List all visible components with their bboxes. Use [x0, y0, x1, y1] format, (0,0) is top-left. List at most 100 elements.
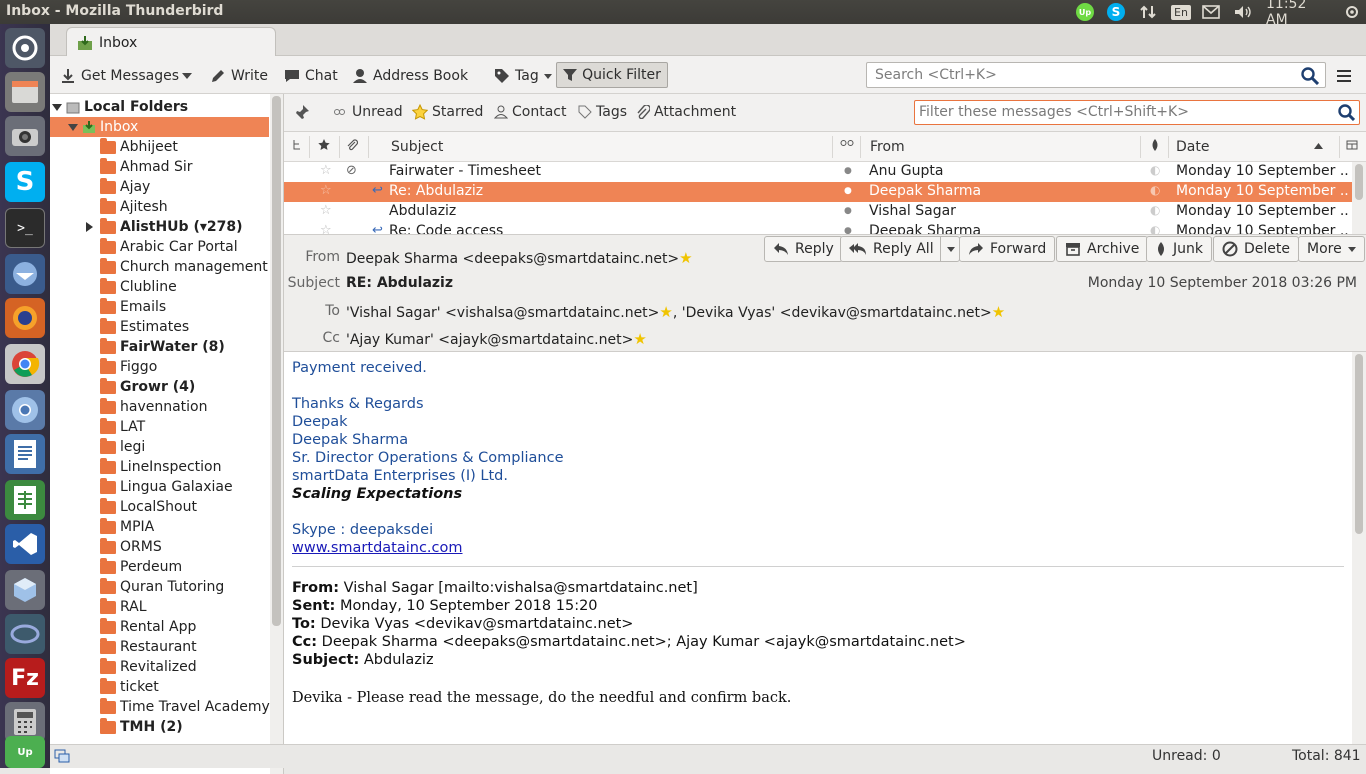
folder-inbox[interactable]: Inbox — [50, 117, 269, 137]
power-gear-icon[interactable] — [1342, 3, 1362, 21]
folder-scrollbar-thumb[interactable] — [272, 96, 281, 626]
skype-launcher-icon[interactable]: S — [5, 162, 45, 202]
chat-button[interactable]: Chat — [284, 64, 338, 88]
keyboard-layout-label: En — [1171, 4, 1191, 20]
connection-status-icon[interactable] — [54, 749, 70, 763]
junk-status-icon[interactable]: ◐ — [1150, 163, 1160, 177]
body-scrollbar[interactable] — [1352, 352, 1366, 744]
thunderbird-icon[interactable] — [5, 254, 45, 294]
archive-button[interactable]: Archive — [1056, 236, 1149, 262]
more-button[interactable]: More — [1298, 236, 1365, 262]
junk-button[interactable]: Junk — [1146, 236, 1212, 262]
read-status-dot-icon[interactable]: ● — [844, 206, 852, 216]
thread-row[interactable]: ☆ ⊘ Fairwater - Timesheet ● Anu Gupta ◐ Monday… — [284, 162, 1352, 182]
thread-column-toggle-icon[interactable] — [292, 139, 302, 151]
signature-website-link[interactable]: www.smartdatainc.com — [292, 540, 463, 556]
upwork-launcher-icon[interactable]: Up — [5, 736, 45, 768]
quoted-subject: Subject: Abdulaziz — [292, 652, 434, 668]
keyboard-layout-indicator[interactable]: En — [1170, 3, 1192, 21]
thread-scrollbar[interactable] — [1352, 162, 1366, 234]
volume-icon[interactable] — [1232, 3, 1254, 21]
reply-button[interactable]: Reply — [764, 236, 843, 262]
star-icon[interactable]: ★ — [659, 303, 672, 321]
global-search-input[interactable]: Search <Ctrl+K> — [866, 62, 1326, 88]
expand-arrow-icon[interactable] — [86, 222, 93, 232]
filter-messages-input[interactable]: Filter these messages <Ctrl+Shift+K> — [914, 100, 1360, 125]
app-menu-button[interactable] — [1336, 64, 1352, 88]
tags-filter-button[interactable]: Tags — [578, 104, 627, 120]
star-icon[interactable]: ★ — [633, 330, 646, 348]
tag-button[interactable]: Tag — [494, 64, 552, 88]
reply-all-dropdown-button[interactable] — [939, 237, 955, 261]
read-status-dot-icon[interactable]: ● — [844, 226, 852, 234]
junk-status-column-icon[interactable] — [1150, 139, 1160, 151]
firefox-icon[interactable] — [5, 298, 45, 338]
get-messages-dropdown-button[interactable] — [182, 64, 196, 88]
package-icon[interactable] — [5, 570, 45, 610]
unread-filter-button[interactable]: Unread — [334, 104, 403, 120]
read-status-dot-icon[interactable]: ● — [844, 186, 852, 196]
vscode-icon[interactable] — [5, 524, 45, 564]
to-recipient: 'Vishal Sagar' <vishalsa@smartdatainc.ne… — [346, 305, 660, 321]
remote-desktop-icon[interactable] — [5, 614, 45, 654]
calc-icon[interactable] — [5, 480, 45, 520]
folder-icon — [100, 557, 116, 574]
write-button[interactable]: Write — [210, 64, 268, 88]
read-status-column-icon[interactable] — [840, 139, 854, 147]
files-icon[interactable] — [5, 72, 45, 112]
chrome-icon[interactable] — [5, 344, 45, 384]
star-icon[interactable]: ☆ — [320, 183, 332, 198]
column-picker-icon[interactable] — [1346, 139, 1358, 151]
attachment-filter-button[interactable]: Attachment — [636, 104, 736, 120]
junk-status-icon[interactable]: ◐ — [1150, 203, 1160, 217]
date-column-header[interactable]: Date — [1176, 139, 1209, 155]
mail-indicator-icon[interactable] — [1201, 3, 1221, 21]
attachment-column-icon[interactable] — [346, 139, 358, 151]
pin-filter-button[interactable] — [294, 104, 310, 120]
thread-row[interactable]: ☆ Abdulaziz ● Vishal Sagar ◐ Monday 10 Septem… — [284, 202, 1352, 222]
get-messages-button[interactable]: Get Messages — [60, 64, 179, 88]
address-book-button[interactable]: Address Book — [352, 64, 468, 88]
from-value[interactable]: Deepak Sharma <deepaks@smartdatainc.net>… — [346, 249, 693, 267]
folder-icon — [100, 517, 116, 534]
filezilla-icon[interactable]: Fz — [5, 658, 45, 698]
quick-filter-button[interactable]: Quick Filter — [556, 62, 668, 88]
chromium-icon[interactable] — [5, 390, 45, 430]
upwork-indicator-icon[interactable]: Up — [1075, 3, 1095, 21]
contact-filter-button[interactable]: Contact — [494, 104, 566, 120]
reply-all-button[interactable]: Reply All — [840, 236, 960, 262]
body-scrollbar-thumb[interactable] — [1355, 354, 1363, 534]
star-icon[interactable]: ☆ — [320, 163, 332, 178]
thread-scrollbar-thumb[interactable] — [1355, 164, 1363, 200]
read-status-dot-icon[interactable]: ● — [844, 166, 852, 176]
from-column-header[interactable]: From — [870, 139, 905, 155]
network-icon[interactable] — [1138, 3, 1158, 21]
message-date: Monday 10 September 2018 03:26 PM — [1087, 275, 1357, 291]
search-icon[interactable] — [1301, 67, 1319, 85]
terminal-icon[interactable]: >_ — [5, 208, 45, 248]
cc-value[interactable]: 'Ajay Kumar' <ajayk@smartdatainc.net>★ — [346, 330, 647, 348]
folder-local-folders[interactable]: Local Folders — [52, 97, 272, 117]
skype-indicator-icon[interactable]: S — [1106, 3, 1126, 21]
tab-inbox[interactable]: Inbox — [66, 27, 276, 57]
folder-icon — [100, 497, 116, 514]
subject-column-header[interactable]: Subject — [391, 139, 443, 155]
junk-status-icon[interactable]: ◐ — [1150, 223, 1160, 234]
clock[interactable]: 11:52 AM — [1266, 0, 1332, 28]
forward-button[interactable]: Forward — [959, 236, 1056, 262]
starred-filter-button[interactable]: Starred — [412, 104, 483, 120]
to-value[interactable]: 'Vishal Sagar' <vishalsa@smartdatainc.ne… — [346, 303, 1005, 321]
starred-column-icon[interactable] — [318, 139, 330, 151]
thread-row[interactable]: ☆ ↩ Re: Abdulaziz ● Deepak Sharma ◐ Monday 10 … — [284, 182, 1352, 202]
camera-icon[interactable] — [5, 116, 45, 156]
star-icon[interactable]: ★ — [992, 303, 1005, 321]
star-icon[interactable]: ★ — [679, 249, 692, 267]
writer-icon[interactable] — [5, 434, 45, 474]
search-icon[interactable] — [1338, 104, 1355, 121]
junk-status-icon[interactable]: ◐ — [1150, 183, 1160, 197]
delete-button[interactable]: Delete — [1213, 236, 1299, 262]
thread-row[interactable]: ☆ ↩ Re: Code access ● Deepak Sharma ◐ Monday 1… — [284, 222, 1352, 234]
star-icon[interactable]: ☆ — [320, 203, 332, 218]
dash-home-icon[interactable] — [5, 28, 45, 68]
star-icon[interactable]: ☆ — [320, 223, 332, 234]
